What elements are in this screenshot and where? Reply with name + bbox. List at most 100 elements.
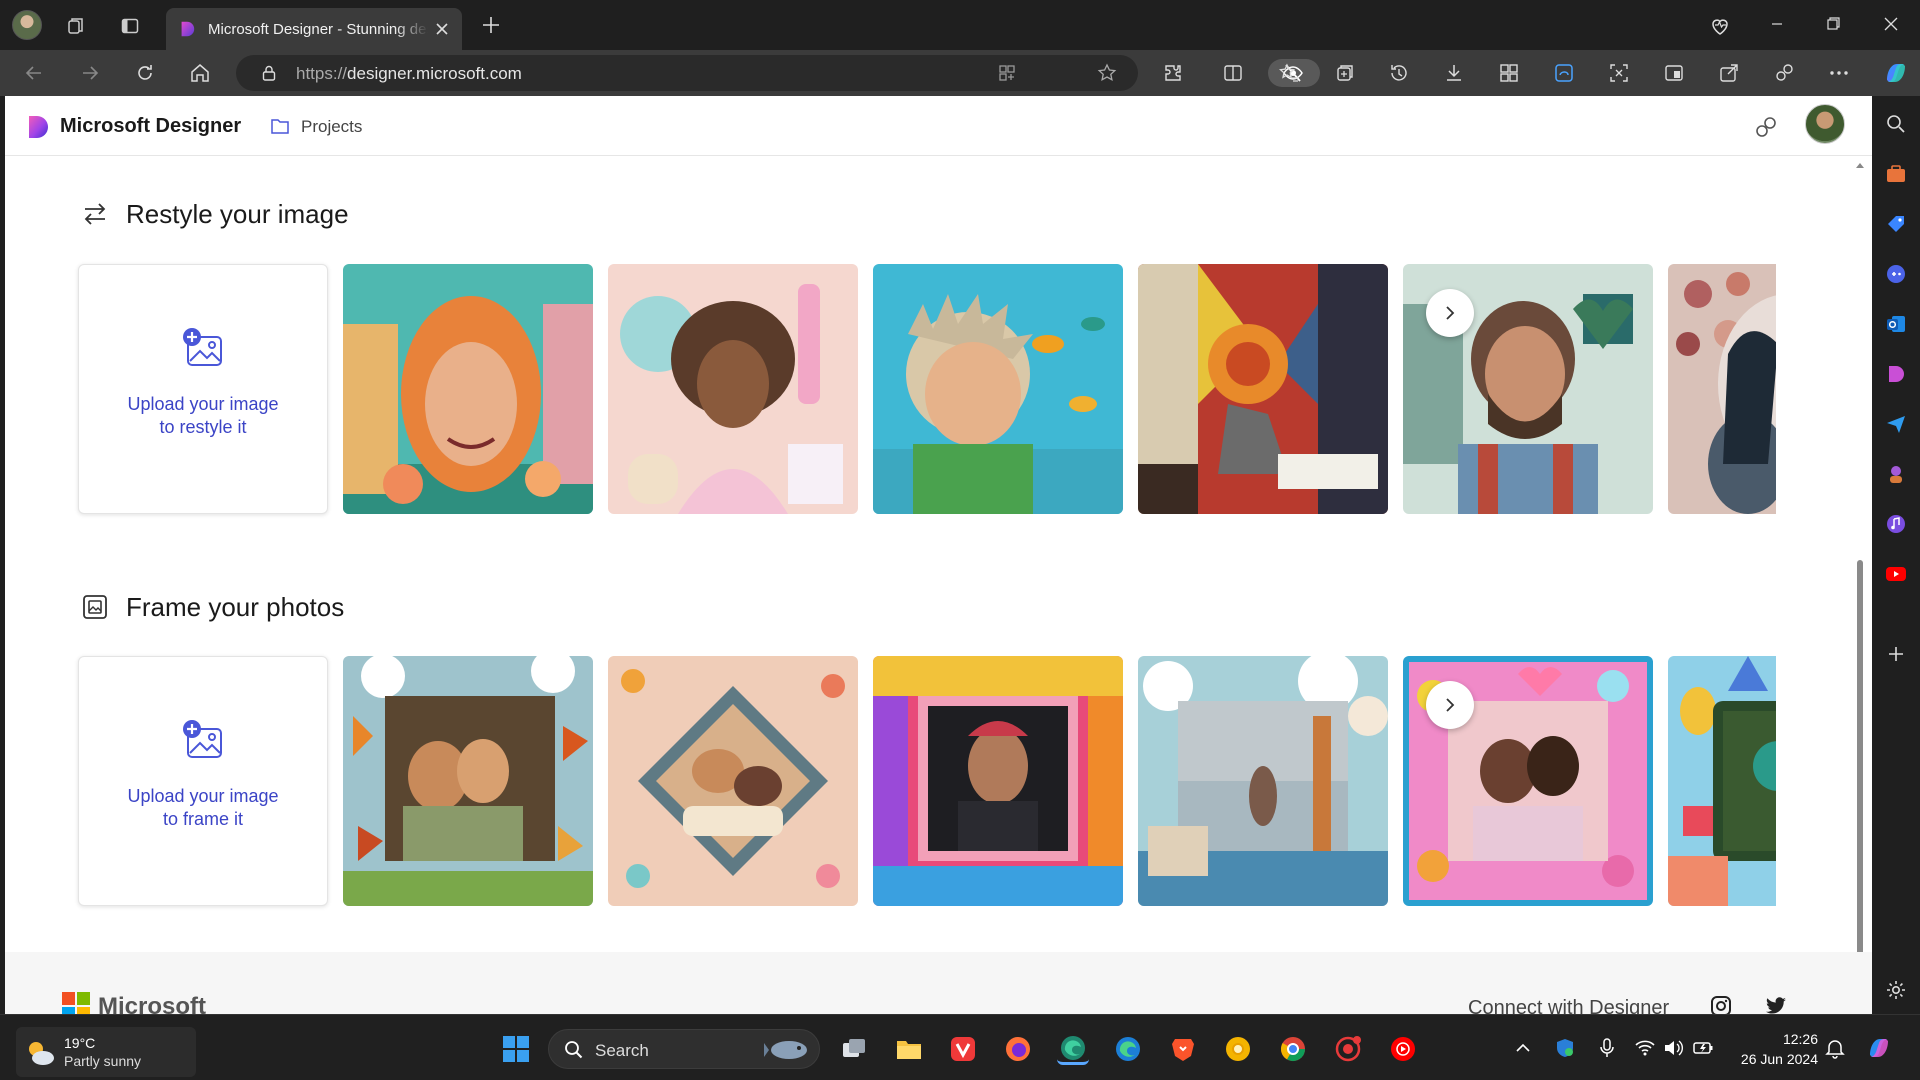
restyle-upload-card[interactable]: Upload your image to restyle it: [78, 264, 328, 514]
sidebar-games-icon[interactable]: [1884, 262, 1908, 286]
page-scrollbar[interactable]: [1854, 160, 1866, 1014]
home-icon[interactable]: [186, 59, 214, 87]
sidebar-designer-icon[interactable]: [1884, 362, 1908, 386]
frame-thumb-1[interactable]: [343, 656, 593, 906]
file-explorer-icon[interactable]: [893, 1033, 925, 1065]
restyle-thumb-6[interactable]: [1668, 264, 1776, 514]
sidebar-settings-icon[interactable]: [1884, 978, 1908, 1002]
vertical-tabs-icon[interactable]: [116, 12, 144, 40]
restyle-thumb-2[interactable]: [608, 264, 858, 514]
refresh-icon[interactable]: [131, 59, 159, 87]
chevron-right-icon: [1446, 698, 1455, 712]
restyle-thumb-3[interactable]: [873, 264, 1123, 514]
sidebar-shopping-tag-icon[interactable]: [1884, 212, 1908, 236]
wifi-icon[interactable]: [1634, 1037, 1656, 1059]
frame-upload-text[interactable]: Upload your image to frame it: [127, 785, 278, 831]
search-highlight-fish-icon: [764, 1041, 807, 1059]
split-screen-icon[interactable]: [1220, 60, 1246, 86]
edge-dev-icon[interactable]: [1057, 1033, 1089, 1065]
sidebar-tools-icon[interactable]: [1884, 162, 1908, 186]
edge-icon[interactable]: [1112, 1033, 1144, 1065]
close-tab-icon[interactable]: [432, 19, 452, 39]
scroll-thumb[interactable]: [1857, 560, 1863, 990]
battery-charging-icon[interactable]: [1692, 1037, 1714, 1059]
history-icon[interactable]: [1386, 60, 1412, 86]
extensions-puzzle-icon[interactable]: [1160, 60, 1186, 86]
microphone-icon[interactable]: [1596, 1037, 1618, 1059]
taskbar-search[interactable]: Search: [548, 1029, 820, 1069]
show-hidden-icons-chevron-icon[interactable]: [1512, 1037, 1534, 1059]
favorite-star-icon[interactable]: [1094, 60, 1120, 86]
defender-shield-icon[interactable]: [1554, 1037, 1576, 1059]
sidebar-character-icon[interactable]: [1884, 462, 1908, 486]
frame-thumb-6[interactable]: [1668, 656, 1776, 906]
firefox-icon[interactable]: [1002, 1033, 1034, 1065]
active-tab[interactable]: Microsoft Designer - Stunning designs in…: [166, 8, 462, 50]
weather-widget[interactable]: 19°C Partly sunny: [16, 1027, 196, 1077]
close-window-icon[interactable]: [1876, 10, 1906, 38]
copilot-taskbar-icon[interactable]: [1864, 1033, 1894, 1063]
search-label: Search: [595, 1041, 649, 1060]
frame-upload-card[interactable]: Upload your image to frame it: [78, 656, 328, 906]
start-windows-icon[interactable]: [500, 1033, 532, 1065]
designer-logo-icon[interactable]: [25, 114, 51, 140]
frame-thumb-2[interactable]: [608, 656, 858, 906]
notifications-bell-icon[interactable]: [1824, 1037, 1846, 1059]
clock-time[interactable]: 12:26: [1770, 1031, 1818, 1047]
brave-icon[interactable]: [1167, 1033, 1199, 1065]
address-bar[interactable]: https://designer.microsoft.com: [236, 55, 1320, 91]
restyle-next-button[interactable]: [1426, 289, 1474, 337]
folder-icon[interactable]: [270, 117, 290, 135]
brand-name[interactable]: Microsoft Designer: [60, 115, 241, 138]
sidebar-youtube-icon[interactable]: [1884, 562, 1908, 586]
sidebar-search-icon[interactable]: [1884, 112, 1908, 136]
sidebar-music-icon[interactable]: [1884, 512, 1908, 536]
chrome-canary-icon[interactable]: [1222, 1033, 1254, 1065]
youtube-music-icon[interactable]: [1387, 1033, 1419, 1065]
browser-toolbar: https://designer.microsoft.com: [0, 50, 1920, 96]
collections-icon[interactable]: [1332, 60, 1358, 86]
frame-thumb-4[interactable]: [1138, 656, 1388, 906]
add-image-icon: [183, 328, 222, 366]
favorites-icon[interactable]: [1276, 60, 1302, 86]
vivaldi-icon[interactable]: [947, 1033, 979, 1065]
frame-section-title: Frame your photos: [126, 592, 345, 622]
frame-next-button[interactable]: [1426, 681, 1474, 729]
feedback-icon[interactable]: [1753, 114, 1779, 140]
sidebar-add-icon[interactable]: [1884, 642, 1908, 666]
lock-icon[interactable]: [256, 60, 282, 86]
performance-icon[interactable]: [1771, 60, 1797, 86]
projects-link[interactable]: Projects: [301, 117, 362, 137]
reading-view-icon[interactable]: [1661, 60, 1687, 86]
screen-recorder-icon[interactable]: [1332, 1033, 1364, 1065]
frame-thumb-3[interactable]: [873, 656, 1123, 906]
copilot-icon[interactable]: [1880, 57, 1912, 89]
task-view-icon[interactable]: [838, 1033, 870, 1065]
new-tab-plus-icon[interactable]: [478, 12, 504, 38]
restyle-thumb-4[interactable]: [1138, 264, 1388, 514]
sidebar-outlook-icon[interactable]: [1884, 312, 1908, 336]
browser-essentials-heart-icon[interactable]: [1706, 12, 1734, 40]
clock-date[interactable]: 26 Jun 2024: [1730, 1051, 1818, 1067]
minimize-icon[interactable]: [1762, 10, 1792, 38]
chrome-icon[interactable]: [1277, 1033, 1309, 1065]
url-text[interactable]: https://designer.microsoft.com: [296, 64, 522, 84]
volume-icon[interactable]: [1662, 1037, 1684, 1059]
workspaces-icon[interactable]: [62, 12, 90, 40]
more-options-icon[interactable]: [1826, 60, 1852, 86]
forward-arrow-icon[interactable]: [76, 59, 104, 87]
apps-icon[interactable]: [1496, 60, 1522, 86]
back-arrow-icon[interactable]: [20, 59, 48, 87]
restyle-upload-text[interactable]: Upload your image to restyle it: [127, 393, 278, 439]
sidebar-send-icon[interactable]: [1884, 412, 1908, 436]
restore-icon[interactable]: [1818, 10, 1848, 38]
edge-drop-icon[interactable]: [1551, 60, 1577, 86]
scroll-up-icon[interactable]: [1856, 162, 1864, 168]
screenshot-icon[interactable]: [1606, 60, 1632, 86]
share-icon[interactable]: [1716, 60, 1742, 86]
browser-profile-avatar[interactable]: [12, 10, 42, 40]
downloads-icon[interactable]: [1441, 60, 1467, 86]
app-available-icon[interactable]: [994, 60, 1020, 86]
restyle-thumb-1[interactable]: [343, 264, 593, 514]
user-avatar[interactable]: [1805, 104, 1845, 144]
